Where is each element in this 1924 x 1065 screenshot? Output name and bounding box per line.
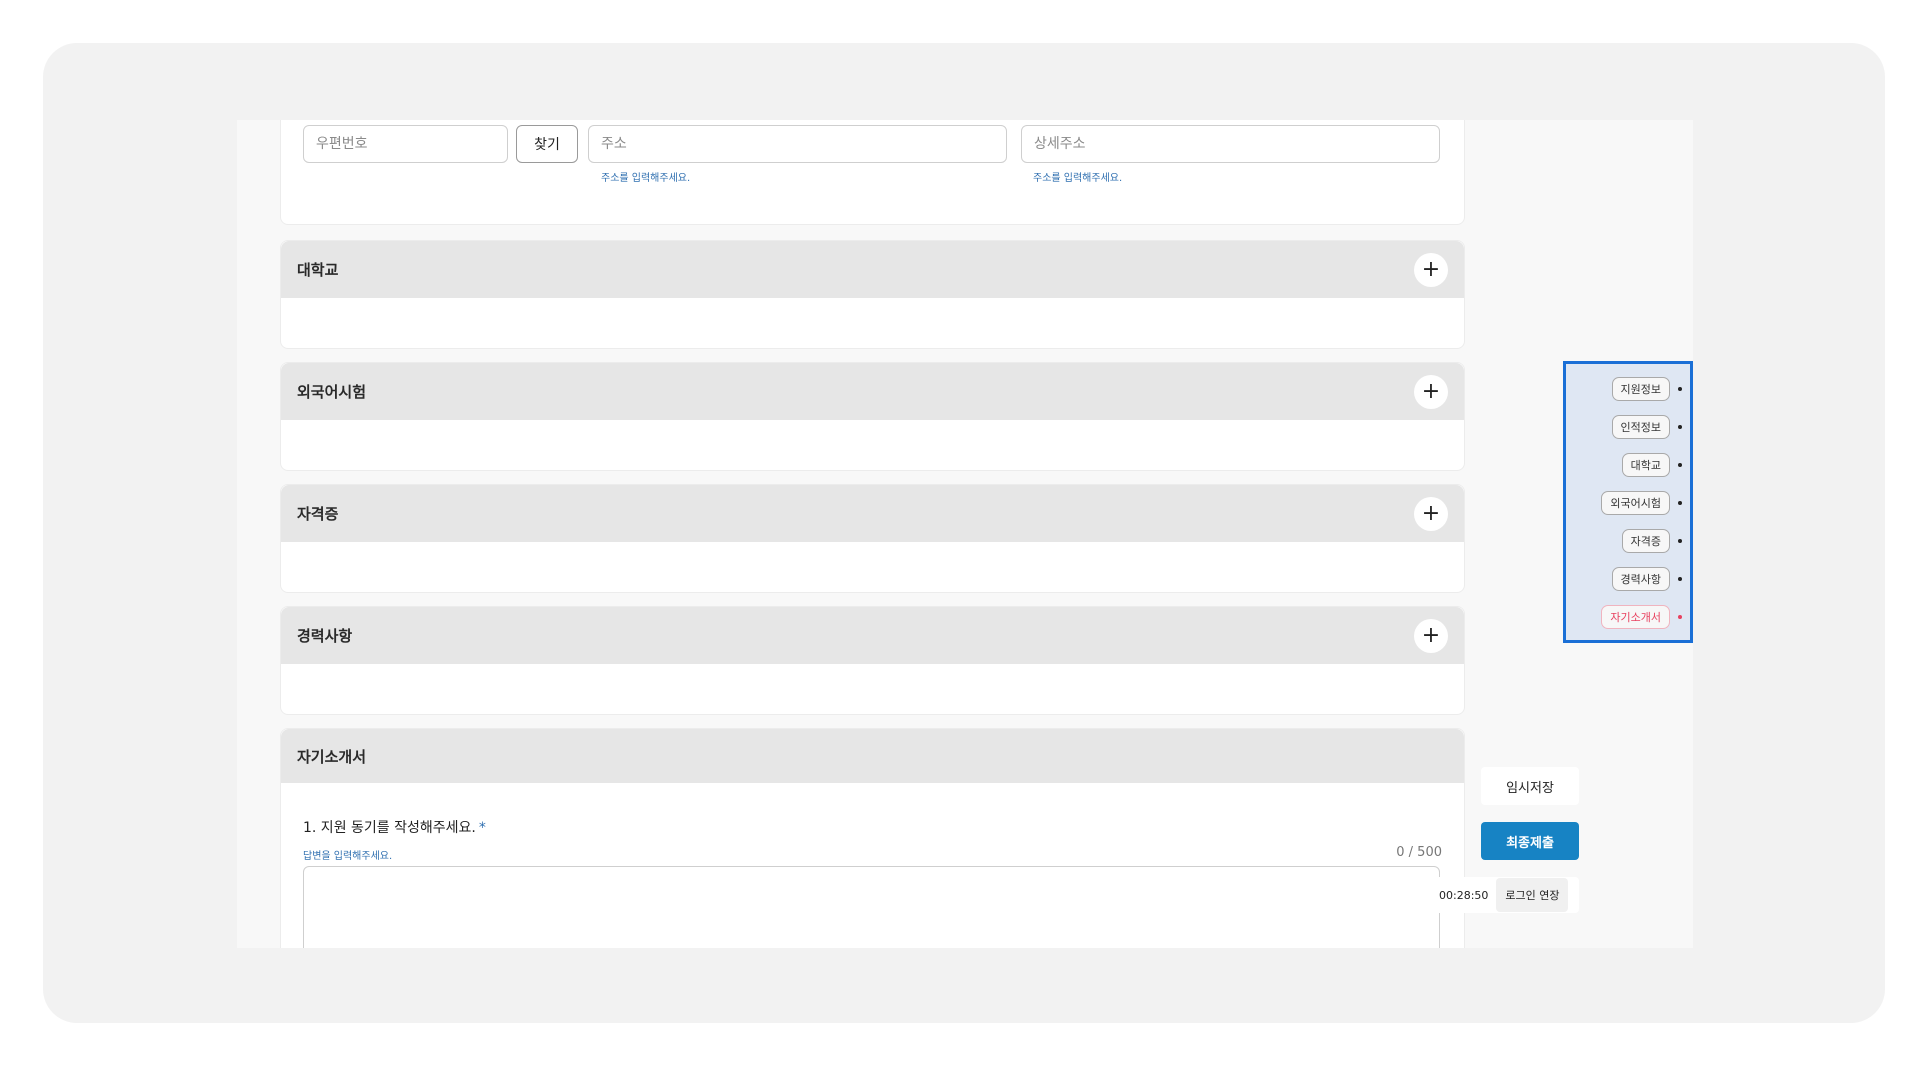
find-address-button[interactable]: 찾기 (516, 125, 578, 163)
postcode-input[interactable] (303, 125, 508, 163)
required-mark: * (478, 820, 486, 836)
nav-pill[interactable]: 외국어시험 (1601, 491, 1670, 515)
plus-icon: + (1421, 257, 1441, 282)
character-counter: 0 / 500 (1396, 845, 1442, 860)
dot-icon (1678, 387, 1682, 391)
nav-item-personal-info[interactable]: 인적정보 (1611, 414, 1682, 440)
section-title: 경력사항 (297, 627, 353, 645)
dot-icon (1678, 577, 1682, 581)
section-card-certificate: 자격증 + (280, 484, 1465, 593)
address-input[interactable] (588, 125, 1007, 163)
dot-icon (1678, 615, 1682, 619)
section-title: 자격증 (297, 505, 339, 523)
section-title: 외국어시험 (297, 383, 367, 401)
session-timer: 00:28:50 (1439, 888, 1489, 902)
nav-item-career[interactable]: 경력사항 (1611, 566, 1682, 592)
nav-pill[interactable]: 경력사항 (1611, 567, 1670, 591)
application-form-page: 찾기 주소를 입력해주세요. 주소를 입력해주세요. 대학교 + 외국어시험 +… (237, 120, 1693, 948)
section-card-language-test: 외국어시험 + (280, 362, 1465, 471)
nav-pill[interactable]: 자격증 (1621, 529, 1670, 553)
nav-item-certificate[interactable]: 자격증 (1621, 528, 1682, 554)
nav-pill[interactable]: 대학교 (1621, 453, 1670, 477)
temp-save-button[interactable]: 임시저장 (1481, 767, 1579, 805)
question-text: 1. 지원 동기를 작성해주세요. (303, 820, 476, 836)
add-career-button[interactable]: + (1414, 618, 1448, 653)
address-hint: 주소를 입력해주세요. (601, 173, 691, 184)
plus-icon: + (1421, 501, 1441, 526)
address-card: 찾기 주소를 입력해주세요. 주소를 입력해주세요. (280, 120, 1465, 225)
essay-hint: 답변을 입력해주세요. (303, 851, 393, 862)
nav-pill[interactable]: 지원정보 (1611, 377, 1670, 401)
dot-icon (1678, 425, 1682, 429)
section-header: 자기소개서 (281, 729, 1464, 783)
add-language-test-button[interactable]: + (1414, 374, 1448, 409)
nav-item-language-test[interactable]: 외국어시험 (1601, 490, 1682, 516)
essay-textarea[interactable] (303, 866, 1440, 948)
nav-pill[interactable]: 자기소개서 (1601, 605, 1670, 629)
section-header: 대학교 + (281, 241, 1464, 298)
add-certificate-button[interactable]: + (1414, 496, 1448, 531)
nav-item-self-introduction[interactable]: 자기소개서 (1601, 604, 1682, 630)
dot-icon (1678, 501, 1682, 505)
nav-pill[interactable]: 인적정보 (1611, 415, 1670, 439)
detail-address-input[interactable] (1021, 125, 1440, 163)
section-title: 자기소개서 (297, 747, 367, 766)
nav-item-applicant-info[interactable]: 지원정보 (1611, 376, 1682, 402)
section-card-self-introduction: 자기소개서 1. 지원 동기를 작성해주세요. * 답변을 입력해주세요. 0 /… (280, 728, 1465, 948)
plus-icon: + (1421, 623, 1441, 648)
detail-address-hint: 주소를 입력해주세요. (1033, 173, 1123, 184)
section-card-university: 대학교 + (280, 240, 1465, 349)
nav-item-university[interactable]: 대학교 (1621, 452, 1682, 478)
extend-login-button[interactable]: 로그인 연장 (1496, 878, 1569, 912)
dot-icon (1678, 463, 1682, 467)
add-university-button[interactable]: + (1414, 252, 1448, 287)
plus-icon: + (1421, 379, 1441, 404)
final-submit-button[interactable]: 최종제출 (1481, 822, 1579, 860)
section-header: 자격증 + (281, 485, 1464, 542)
essay-question: 1. 지원 동기를 작성해주세요. * (303, 817, 486, 837)
session-panel: 00:28:50 로그인 연장 (1433, 877, 1579, 913)
section-header: 외국어시험 + (281, 363, 1464, 420)
section-card-career: 경력사항 + (280, 606, 1465, 715)
dot-icon (1678, 539, 1682, 543)
section-title: 대학교 (297, 261, 339, 279)
section-navigator: 지원정보 인적정보 대학교 외국어시험 자격증 경력사항 자기소개서 (1563, 361, 1693, 643)
section-header: 경력사항 + (281, 607, 1464, 664)
